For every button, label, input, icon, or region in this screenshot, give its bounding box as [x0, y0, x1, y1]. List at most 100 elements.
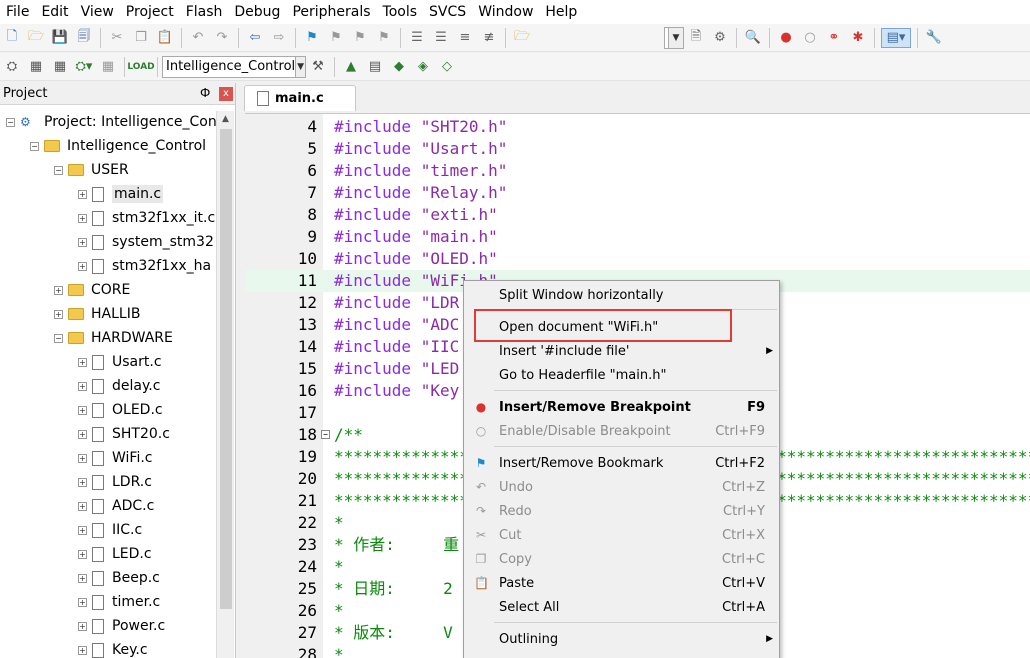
find-in-files-icon[interactable]: 🗁: [512, 28, 532, 48]
debug-session-icon[interactable]: 🔍: [743, 28, 763, 48]
code-line[interactable]: 4 #include "SHT20.h": [245, 116, 1030, 138]
tree-file-item[interactable]: + stm32f1xx_it.c: [78, 207, 215, 229]
context-menu-item[interactable]: ⚑ Insert/Remove Bookmark Ctrl+F2: [464, 451, 779, 475]
code-line[interactable]: 5 #include "Usart.h": [245, 138, 1030, 160]
menu-debug[interactable]: Debug: [228, 1, 286, 23]
kill-breakpoints-icon[interactable]: ✱: [848, 28, 868, 48]
expand-icon[interactable]: +: [78, 597, 87, 607]
navigate-back-icon[interactable]: ⇦: [245, 28, 265, 48]
fold-collapse-icon[interactable]: −: [321, 430, 330, 439]
tree-file-item[interactable]: + IIC.c: [78, 519, 142, 541]
run-time-environment-icon[interactable]: ◇: [437, 57, 457, 77]
indent-icon[interactable]: ☰: [407, 28, 427, 48]
uncomment-icon[interactable]: ≢: [479, 28, 499, 48]
expand-icon[interactable]: +: [78, 549, 87, 559]
redo-icon[interactable]: ↷: [212, 28, 232, 48]
tree-group-item[interactable]: − Intelligence_Control: [30, 135, 206, 157]
comment-icon[interactable]: ≡: [455, 28, 475, 48]
open-file-icon[interactable]: 🗁: [26, 28, 46, 48]
find-icon[interactable]: 🗎: [686, 28, 706, 48]
select-software-packs-icon[interactable]: ◈: [413, 57, 433, 77]
expand-icon[interactable]: +: [78, 381, 87, 391]
navigate-forward-icon[interactable]: ⇨: [269, 28, 289, 48]
target-options-icon[interactable]: ⚒: [308, 57, 328, 77]
tree-file-item[interactable]: + ADC.c: [78, 495, 154, 517]
expand-icon[interactable]: +: [78, 477, 87, 487]
scroll-up-icon[interactable]: ▲: [217, 111, 234, 127]
window-layout-icon[interactable]: ▤▾: [881, 27, 911, 48]
tree-folder-item[interactable]: − USER: [54, 159, 129, 181]
file-extensions-icon[interactable]: ▤: [365, 57, 385, 77]
close-icon[interactable]: x: [219, 87, 233, 101]
stop-build-icon[interactable]: ▦: [98, 57, 118, 77]
expand-icon[interactable]: +: [78, 501, 87, 511]
menu-project[interactable]: Project: [120, 1, 180, 23]
tree-file-item[interactable]: + OLED.c: [78, 399, 163, 421]
paste-icon[interactable]: 📋: [155, 28, 175, 48]
tree-file-item[interactable]: + main.c: [78, 183, 164, 205]
expand-icon[interactable]: +: [54, 285, 63, 295]
expand-icon[interactable]: +: [78, 525, 87, 535]
expand-icon[interactable]: +: [78, 213, 87, 223]
expand-icon[interactable]: +: [78, 453, 87, 463]
undo-icon[interactable]: ↶: [188, 28, 208, 48]
context-menu-item[interactable]: ● Insert/Remove Breakpoint F9: [464, 395, 779, 419]
tree-file-item[interactable]: + SHT20.c: [78, 423, 170, 445]
code-line[interactable]: 7 #include "Relay.h": [245, 182, 1030, 204]
context-menu-item[interactable]: 📋 Paste Ctrl+V: [464, 571, 779, 595]
tree-project-item[interactable]: − ⚙ Project: Intelligence_Con: [6, 111, 216, 133]
bookmark-icon[interactable]: ⚑: [302, 28, 322, 48]
batch-build-icon[interactable]: ⛭▾: [74, 57, 94, 77]
menu-peripherals[interactable]: Peripherals: [286, 1, 376, 23]
menu-edit[interactable]: Edit: [35, 1, 74, 23]
scrollbar-thumb[interactable]: [220, 129, 232, 609]
context-menu-item[interactable]: Select All Ctrl+A: [464, 595, 779, 619]
expand-icon[interactable]: +: [78, 573, 87, 583]
save-icon[interactable]: 💾: [50, 28, 70, 48]
tree-file-item[interactable]: + LED.c: [78, 543, 152, 565]
find-combo[interactable]: ▼: [664, 26, 684, 49]
project-tree-scrollbar[interactable]: ▲: [216, 111, 234, 658]
manage-components-icon[interactable]: ▲: [341, 57, 361, 77]
tree-file-item[interactable]: + Usart.c: [78, 351, 162, 373]
code-line[interactable]: 6 #include "timer.h": [245, 160, 1030, 182]
context-menu-item[interactable]: Split Window horizontally: [464, 283, 779, 307]
disable-breakpoints-icon[interactable]: ⚭: [824, 28, 844, 48]
menu-file[interactable]: File: [0, 1, 35, 23]
expand-icon[interactable]: +: [78, 645, 87, 655]
expand-icon[interactable]: +: [78, 429, 87, 439]
next-bookmark-icon[interactable]: ⚑: [350, 28, 370, 48]
code-line[interactable]: 8 #include "exti.h": [245, 204, 1030, 226]
tree-folder-item[interactable]: + HALLIB: [54, 303, 140, 325]
tree-file-item[interactable]: + delay.c: [78, 375, 160, 397]
cut-icon[interactable]: ✂: [107, 28, 127, 48]
tree-folder-item[interactable]: − HARDWARE: [54, 327, 173, 349]
expand-icon[interactable]: +: [78, 405, 87, 415]
tree-file-item[interactable]: + timer.c: [78, 591, 160, 613]
save-all-icon[interactable]: 🗐: [74, 28, 94, 48]
new-file-icon[interactable]: 🗋: [2, 28, 22, 48]
tree-file-item[interactable]: + stm32f1xx_ha: [78, 255, 211, 277]
pin-icon[interactable]: Ф: [200, 86, 210, 100]
context-menu-item[interactable]: Go to Headerfile "main.h": [464, 363, 779, 387]
expand-icon[interactable]: +: [78, 189, 87, 199]
tree-file-item[interactable]: + system_stm32: [78, 231, 214, 253]
tree-file-item[interactable]: + Power.c: [78, 615, 165, 637]
code-line[interactable]: 10 #include "OLED.h": [245, 248, 1030, 270]
context-menu-item[interactable]: Outlining ▶: [464, 627, 779, 651]
rebuild-icon[interactable]: ▦: [50, 57, 70, 77]
download-icon[interactable]: LOAD: [127, 57, 154, 77]
collapse-icon[interactable]: −: [30, 141, 39, 151]
menu-view[interactable]: View: [75, 1, 120, 23]
context-menu-item[interactable]: Insert '#include file' ▶: [464, 339, 779, 363]
tree-file-item[interactable]: + Key.c: [78, 639, 148, 658]
menu-help[interactable]: Help: [539, 1, 583, 23]
pack-installer-icon[interactable]: ◆: [389, 57, 409, 77]
expand-icon[interactable]: +: [54, 309, 63, 319]
menu-window[interactable]: Window: [472, 1, 539, 23]
expand-icon[interactable]: +: [78, 357, 87, 367]
clear-bookmarks-icon[interactable]: ⚑: [374, 28, 394, 48]
enable-breakpoint-icon[interactable]: ○: [800, 28, 820, 48]
unindent-icon[interactable]: ☰: [431, 28, 451, 48]
expand-icon[interactable]: +: [78, 621, 87, 631]
